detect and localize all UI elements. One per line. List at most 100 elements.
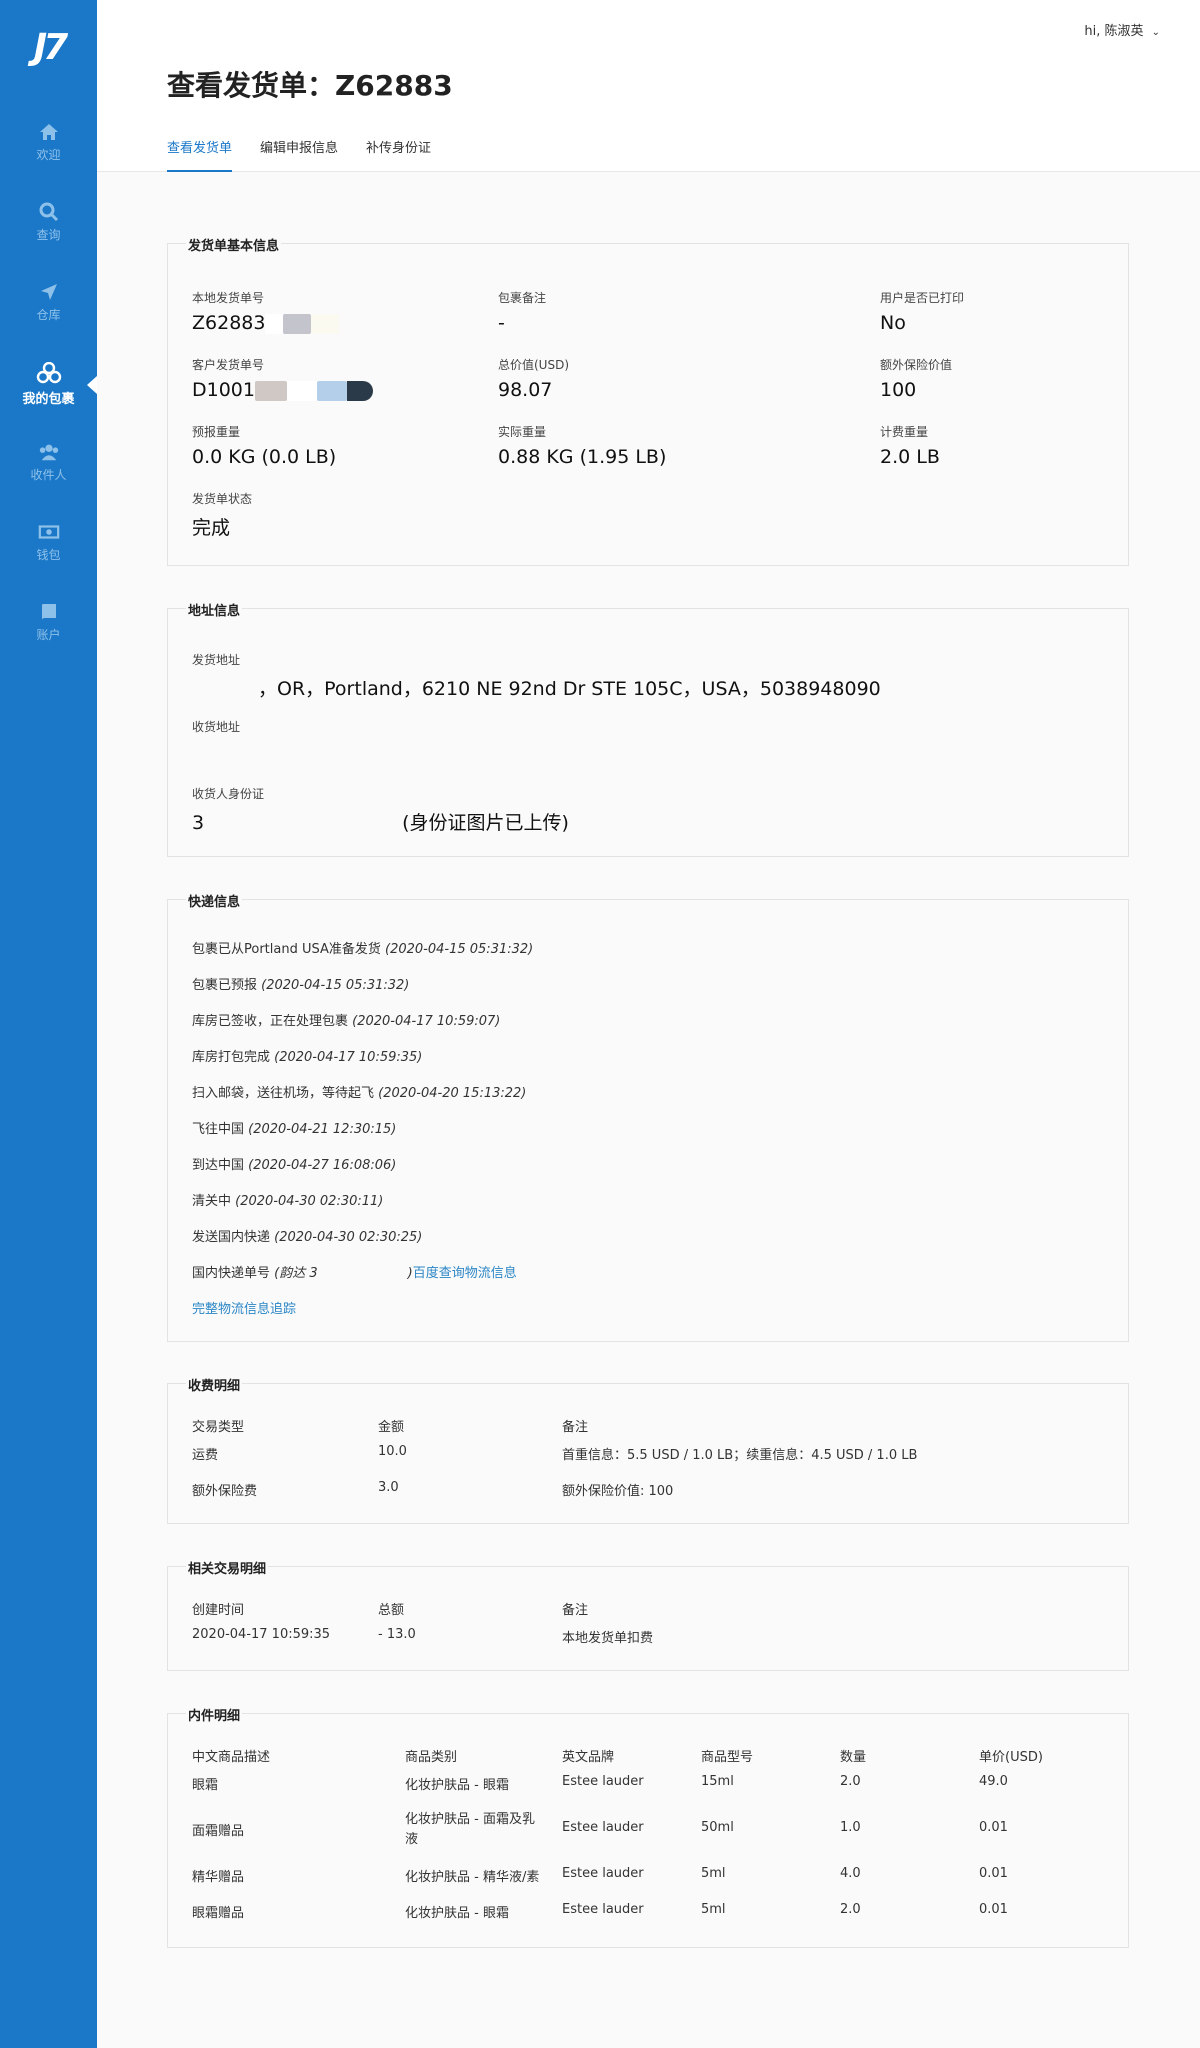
table-header: 商品类别 bbox=[405, 1750, 458, 1765]
redacted bbox=[317, 1266, 408, 1281]
field-total: 总价值(USD) 98.07 bbox=[498, 356, 569, 401]
table-cell: 精华赠品 bbox=[192, 1870, 245, 1885]
field-label: 总价值(USD) bbox=[498, 358, 570, 372]
table-cell: Estee lauder bbox=[562, 1902, 644, 1917]
field-label: 包裹备注 bbox=[498, 291, 547, 305]
tracking-panel: 快递信息 包裹已从Portland USA准备发货 (2020-04-15 05… bbox=[167, 891, 1129, 1342]
panel-title: 快递信息 bbox=[186, 891, 243, 910]
field-label: 额外保险价值 bbox=[880, 358, 953, 372]
fees-panel: 收费明细 交易类型 金额 备注 运费 10.0 首重信息：5.5 USD / 1… bbox=[167, 1375, 1129, 1524]
tracking-event: 清关中 (2020-04-30 02:30:11) bbox=[192, 1194, 384, 1209]
redacted bbox=[316, 380, 347, 401]
table-cell: 5ml bbox=[701, 1866, 726, 1881]
packages-icon bbox=[36, 362, 61, 384]
table-header: 单价(USD) bbox=[979, 1750, 1043, 1765]
panel-title: 内件明细 bbox=[186, 1705, 243, 1724]
table-cell: 0.01 bbox=[979, 1902, 1008, 1917]
baidu-query-link[interactable]: 百度查询物流信息 bbox=[413, 1266, 517, 1281]
table-cell: 2020-04-17 10:59:35 bbox=[192, 1627, 331, 1642]
table-header: 交易类型 bbox=[192, 1420, 245, 1435]
table-cell: 49.0 bbox=[979, 1774, 1008, 1789]
table-cell: 化妆护肤品 - 面霜及乳液 bbox=[405, 1812, 535, 1847]
table-header: 英文品牌 bbox=[562, 1750, 615, 1765]
table-cell: 4.0 bbox=[840, 1866, 861, 1881]
field-value: 98.07 bbox=[498, 379, 553, 401]
sidebar-item-label: 钱包 bbox=[36, 548, 61, 562]
field-value: 0.0 KG (0.0 LB) bbox=[192, 446, 337, 468]
field-est-weight: 预报重量 0.0 KG (0.0 LB) bbox=[192, 423, 336, 468]
basic-info-panel: 发货单基本信息 本地发货单号 Z62883 包裹备注 - 用户是否已打印 No … bbox=[167, 235, 1129, 566]
sidebar-item-warehouse[interactable]: 仓库 bbox=[0, 282, 97, 342]
field-label: 客户发货单号 bbox=[192, 358, 265, 372]
book-icon bbox=[41, 604, 56, 620]
sidebar-item-recipients[interactable]: 收件人 bbox=[0, 442, 97, 502]
table-header: 备注 bbox=[562, 1420, 589, 1435]
field-from-address: 发货地址 ，OR，Portland，6210 NE 92nd Dr STE 10… bbox=[192, 651, 881, 701]
field-label: 用户是否已打印 bbox=[880, 291, 965, 305]
field-value: D1001 bbox=[192, 379, 373, 401]
sidebar-item-my-packages[interactable]: 我的包裹 bbox=[0, 362, 97, 422]
redacted bbox=[346, 380, 373, 401]
field-local-no: 本地发货单号 Z62883 bbox=[192, 289, 340, 334]
sidebar: J7 欢迎 查询 仓库 我的包裹 收件人 钱包 账户 bbox=[0, 0, 97, 2048]
redacted bbox=[204, 813, 403, 834]
sidebar-item-account[interactable]: 账户 bbox=[0, 602, 97, 662]
field-note: 包裹备注 - bbox=[498, 289, 546, 334]
table-header: 备注 bbox=[562, 1603, 589, 1618]
tracking-event: 发送国内快递 (2020-04-30 02:30:25) bbox=[192, 1230, 423, 1245]
users-icon bbox=[39, 444, 58, 461]
table-cell: 额外保险价值: 100 bbox=[562, 1484, 674, 1499]
table-cell: 化妆护肤品 - 精华液/素 bbox=[405, 1870, 540, 1885]
table-cell: - 13.0 bbox=[378, 1627, 416, 1642]
redacted bbox=[283, 313, 312, 334]
full-tracking-link[interactable]: 完整物流信息追踪 bbox=[192, 1298, 296, 1317]
page-header: 查看发货单：Z62883 查看发货单 编辑申报信息 补传身份证 bbox=[97, 0, 1200, 172]
tab-view-shipment[interactable]: 查看发货单 bbox=[167, 137, 233, 172]
field-value: ，OR，Portland，6210 NE 92nd Dr STE 105C，US… bbox=[258, 678, 881, 700]
table-cell: 首重信息：5.5 USD / 1.0 LB；续重信息：4.5 USD / 1.0… bbox=[562, 1448, 918, 1463]
tab-edit-declaration[interactable]: 编辑申报信息 bbox=[260, 137, 338, 172]
sidebar-item-label: 仓库 bbox=[36, 308, 61, 322]
field-value: - bbox=[498, 312, 505, 334]
tab-upload-id[interactable]: 补传身份证 bbox=[366, 137, 431, 172]
sidebar-item-welcome[interactable]: 欢迎 bbox=[0, 122, 97, 182]
table-header: 金额 bbox=[378, 1420, 405, 1435]
table-cell: 0.01 bbox=[979, 1820, 1008, 1835]
table-cell: 5ml bbox=[701, 1902, 726, 1917]
field-value: No bbox=[880, 312, 906, 334]
sidebar-item-wallet[interactable]: 钱包 bbox=[0, 522, 97, 582]
tracking-event: 包裹已从Portland USA准备发货 (2020-04-15 05:31:3… bbox=[192, 942, 534, 957]
sidebar-item-search[interactable]: 查询 bbox=[0, 202, 97, 262]
redacted bbox=[265, 313, 284, 334]
field-value: Z62883 bbox=[192, 312, 340, 334]
panel-title: 相关交易明细 bbox=[186, 1558, 269, 1577]
table-cell: 2.0 bbox=[840, 1774, 861, 1789]
field-label: 计费重量 bbox=[880, 425, 929, 439]
field-printed: 用户是否已打印 No bbox=[880, 289, 964, 334]
sidebar-item-label: 欢迎 bbox=[36, 148, 61, 162]
home-icon bbox=[39, 124, 58, 140]
field-value: 3 (身份证图片已上传) bbox=[192, 812, 569, 834]
redacted bbox=[254, 380, 287, 401]
tab-bar: 查看发货单 编辑申报信息 补传身份证 bbox=[167, 137, 431, 172]
brand-logo[interactable]: J7 bbox=[24, 28, 74, 68]
table-cell: 眼霜 bbox=[192, 1778, 219, 1793]
domestic-tracking: 国内快递单号 (韵达 3)百度查询物流信息 bbox=[192, 1266, 517, 1281]
field-actual-weight: 实际重量 0.88 KG (1.95 LB) bbox=[498, 423, 666, 468]
field-value: 完成 bbox=[192, 517, 231, 539]
table-cell: Estee lauder bbox=[562, 1866, 644, 1881]
field-to-address: 收货地址 bbox=[192, 718, 240, 735]
field-label: 收货人身份证 bbox=[192, 787, 265, 801]
table-cell: 50ml bbox=[701, 1820, 734, 1835]
sidebar-item-label: 收件人 bbox=[30, 468, 67, 482]
tracking-event: 库房打包完成 (2020-04-17 10:59:35) bbox=[192, 1050, 423, 1065]
field-extra-insurance: 额外保险价值 100 bbox=[880, 356, 952, 401]
page-title: 查看发货单：Z62883 bbox=[167, 69, 453, 102]
table-header: 总额 bbox=[378, 1603, 405, 1618]
field-bill-weight: 计费重量 2.0 LB bbox=[880, 423, 940, 468]
field-label: 收货地址 bbox=[192, 720, 241, 734]
tracking-event: 扫入邮袋，送往机场，等待起飞 (2020-04-20 15:13:22) bbox=[192, 1086, 527, 1101]
search-icon bbox=[39, 202, 58, 222]
table-cell: 化妆护肤品 - 眼霜 bbox=[405, 1906, 509, 1921]
sidebar-item-label: 账户 bbox=[36, 628, 61, 642]
